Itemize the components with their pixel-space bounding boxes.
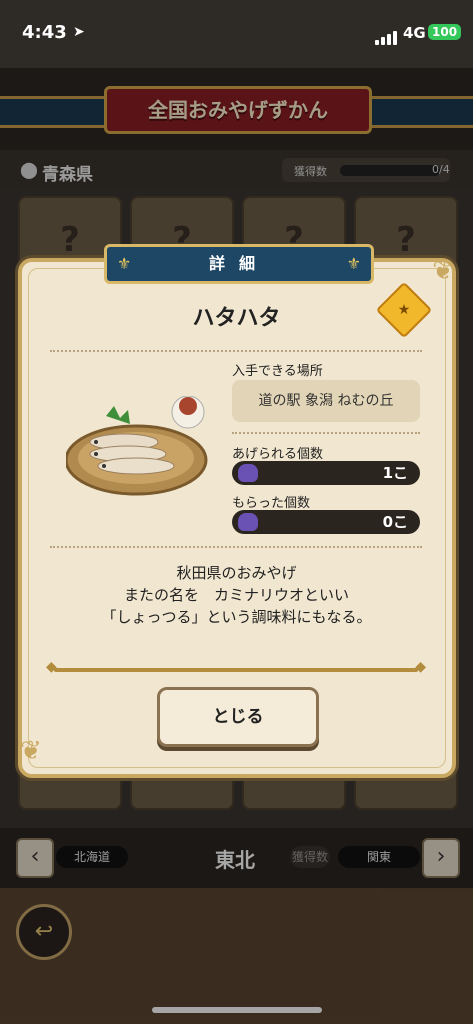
received-count-label: もらった個数 xyxy=(232,496,311,511)
item-description: 秋田県のおみやげ またの名を カミナリウオといい 「しょっつる」という調味料にも… xyxy=(0,562,473,628)
description-line: 「しょっつる」という調味料にもなる。 xyxy=(101,608,372,626)
dialog-title: ⚜ 詳細 ⚜ xyxy=(104,244,374,284)
network-type: 4G xyxy=(403,24,426,42)
divider xyxy=(50,350,422,352)
corner-ornament-icon: ❦ xyxy=(20,736,42,766)
item-image xyxy=(66,396,216,498)
bag-icon xyxy=(238,513,258,531)
give-count-bar: 1こ xyxy=(232,461,420,485)
battery-indicator: 100 xyxy=(428,24,462,40)
dialog-title-text: 詳細 xyxy=(208,254,269,273)
bag-icon xyxy=(238,464,258,482)
corner-ornament-icon: ❦ xyxy=(432,256,454,286)
divider xyxy=(232,432,420,434)
signal-icon xyxy=(375,26,399,45)
description-line: 秋田県のおみやげ xyxy=(176,564,297,582)
status-bar: 4:43 ➤ 4G 100 xyxy=(0,0,473,68)
place-value: 道の駅 象潟 ねむの丘 xyxy=(232,380,420,422)
received-count-bar: 0こ xyxy=(232,510,420,534)
give-count-value: 1こ xyxy=(382,464,408,482)
fleur-icon: ⚜ xyxy=(346,254,361,273)
place-label: 入手できる場所 xyxy=(232,364,323,379)
status-time: 4:43 xyxy=(22,22,67,43)
close-button[interactable]: とじる xyxy=(157,687,319,747)
give-count-label: あげられる個数 xyxy=(232,447,324,462)
fleur-icon: ⚜ xyxy=(117,254,132,273)
location-arrow-icon: ➤ xyxy=(73,24,85,40)
description-line: またの名を カミナリウオといい xyxy=(123,586,349,604)
ornament-divider xyxy=(46,659,426,675)
received-count-value: 0こ xyxy=(382,513,408,531)
divider xyxy=(50,546,422,548)
